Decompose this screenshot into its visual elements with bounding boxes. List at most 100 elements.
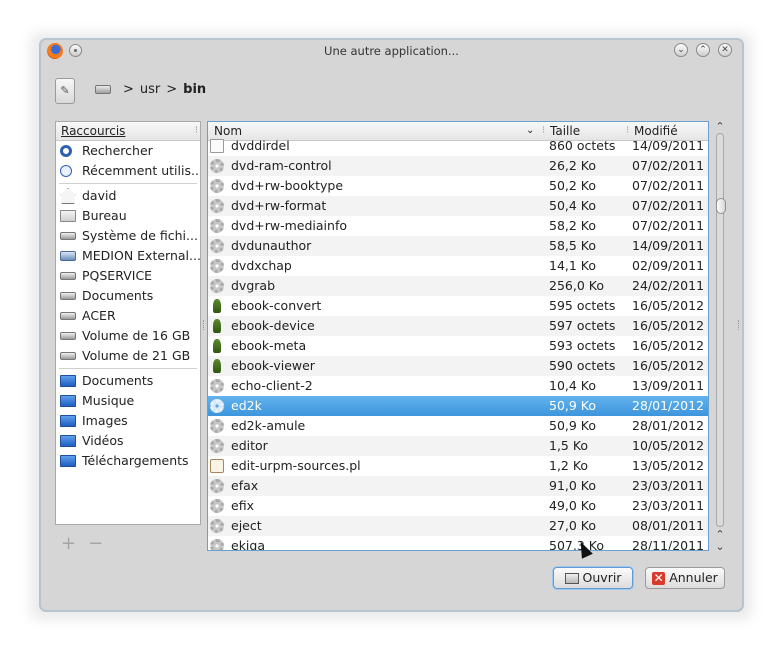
- file-rows: dvddirdel 860 octets 14/09/2011 dvd-ram-con…: [208, 136, 708, 551]
- places-item[interactable]: Bureau: [56, 206, 200, 226]
- file-size: 595 octets: [549, 298, 616, 313]
- file-row[interactable]: dvd+rw-format 50,4 Ko 07/02/2011: [208, 196, 708, 216]
- file-row[interactable]: efax 91,0 Ko 23/03/2011: [208, 476, 708, 496]
- minimize-button[interactable]: ⌄: [674, 43, 688, 57]
- places-item[interactable]: MEDION External...: [56, 246, 200, 266]
- file-row[interactable]: dvgrab 256,0 Ko 24/02/2011: [208, 276, 708, 296]
- file-name-cell: ebook-convert: [210, 296, 321, 316]
- places-item[interactable]: Récemment utilis...: [56, 161, 200, 181]
- places-separator: [59, 183, 197, 184]
- folder-icon: [60, 455, 76, 467]
- close-button[interactable]: ✕: [718, 43, 732, 57]
- window-title: Une autre application...: [324, 44, 459, 58]
- file-name: ebook-viewer: [231, 358, 315, 373]
- file-row[interactable]: efix 49,0 Ko 23/03/2011: [208, 496, 708, 516]
- places-item[interactable]: Téléchargements: [56, 451, 200, 471]
- drive-icon: [60, 272, 76, 280]
- places-item[interactable]: Rechercher: [56, 141, 200, 161]
- places-item-label: PQSERVICE: [82, 268, 153, 283]
- file-name-cell: ekiga: [210, 536, 265, 550]
- open-button[interactable]: Ouvrir: [553, 567, 633, 589]
- drive-icon: [60, 232, 76, 240]
- file-row[interactable]: dvd+rw-booktype 50,2 Ko 07/02/2011: [208, 176, 708, 196]
- folder-icon: [60, 435, 76, 447]
- file-row[interactable]: dvd-ram-control 26,2 Ko 07/02/2011: [208, 156, 708, 176]
- places-item[interactable]: Images: [56, 411, 200, 431]
- file-name: dvd+rw-mediainfo: [231, 218, 347, 233]
- add-place-button[interactable]: +: [61, 533, 76, 554]
- file-modified: 16/05/2012: [632, 318, 705, 333]
- title-bar[interactable]: Une autre application... ⌄ ⌃ ✕: [41, 40, 742, 62]
- file-row[interactable]: ebook-meta 593 octets 16/05/2012: [208, 336, 708, 356]
- splitter-handle[interactable]: [203, 320, 207, 330]
- places-item[interactable]: Vidéos: [56, 431, 200, 451]
- places-item[interactable]: Documents: [56, 286, 200, 306]
- file-size: 27,0 Ko: [549, 518, 597, 533]
- gear-icon: [210, 279, 224, 293]
- gear-icon: [210, 179, 224, 193]
- file-name: efax: [231, 478, 259, 493]
- places-item[interactable]: david: [56, 186, 200, 206]
- places-item-label: Téléchargements: [82, 453, 189, 468]
- breadcrumb-separator: >: [166, 82, 178, 97]
- places-item[interactable]: PQSERVICE: [56, 266, 200, 286]
- file-name: edit-urpm-sources.pl: [231, 458, 361, 473]
- folder-icon: [60, 375, 76, 387]
- remove-place-button[interactable]: −: [88, 533, 103, 554]
- places-item[interactable]: Volume de 21 GB: [56, 346, 200, 366]
- file-row[interactable]: ekiga 507,3 Ko 28/11/2011: [208, 536, 708, 551]
- places-item[interactable]: Musique: [56, 391, 200, 411]
- file-row[interactable]: dvd+rw-mediainfo 58,2 Ko 07/02/2011: [208, 216, 708, 236]
- scroll-up-icon[interactable]: ⌃: [713, 121, 727, 133]
- file-name-cell: efax: [210, 476, 258, 496]
- drive-icon: [60, 352, 76, 360]
- file-modified: 07/02/2011: [632, 178, 705, 193]
- file-size: 50,9 Ko: [549, 418, 597, 433]
- breadcrumb: > usr > bin: [95, 82, 206, 100]
- file-modified: 28/01/2012: [632, 418, 705, 433]
- scroll-thumb[interactable]: [716, 198, 726, 214]
- gear-icon: [210, 439, 224, 453]
- file-modified: 28/11/2011: [632, 538, 705, 551]
- places-item[interactable]: ACER: [56, 306, 200, 326]
- file-row[interactable]: dvdxchap 14,1 Ko 02/09/2011: [208, 256, 708, 276]
- places-header[interactable]: Raccourcis ⁝: [56, 122, 200, 141]
- breadcrumb-bin[interactable]: bin: [183, 82, 206, 97]
- breadcrumb-usr[interactable]: usr: [140, 82, 160, 97]
- root-drive-icon[interactable]: [95, 85, 111, 94]
- file-row[interactable]: ebook-convert 595 octets 16/05/2012: [208, 296, 708, 316]
- scroll-track[interactable]: [716, 133, 726, 527]
- maximize-button[interactable]: ⌃: [696, 43, 710, 57]
- file-name-cell: dvd+rw-booktype: [210, 176, 343, 196]
- python-icon: [213, 339, 221, 353]
- places-item[interactable]: Documents: [56, 371, 200, 391]
- file-row[interactable]: dvdunauthor 58,5 Ko 14/09/2011: [208, 236, 708, 256]
- file-row[interactable]: ebook-viewer 590 octets 16/05/2012: [208, 356, 708, 376]
- file-row[interactable]: ed2k 50,9 Ko 28/01/2012: [208, 396, 708, 416]
- file-row[interactable]: ebook-device 597 octets 16/05/2012: [208, 316, 708, 336]
- file-name: ebook-device: [231, 318, 315, 333]
- file-size: 58,5 Ko: [549, 238, 597, 253]
- file-row[interactable]: ed2k-amule 50,9 Ko 28/01/2012: [208, 416, 708, 436]
- places-item[interactable]: Volume de 16 GB: [56, 326, 200, 346]
- file-row[interactable]: editor 1,5 Ko 10/05/2012: [208, 436, 708, 456]
- file-name: ed2k: [231, 398, 262, 413]
- places-item[interactable]: Système de fichi...: [56, 226, 200, 246]
- file-row[interactable]: edit-urpm-sources.pl 1,2 Ko 13/05/2012: [208, 456, 708, 476]
- places-item-label: Documents: [82, 288, 154, 303]
- file-size: 590 octets: [549, 358, 616, 373]
- file-name-cell: dvgrab: [210, 276, 275, 296]
- vertical-scrollbar[interactable]: ⌃ ⌃ ⌄: [713, 121, 727, 553]
- resize-handle[interactable]: [738, 320, 742, 330]
- file-modified: 02/09/2011: [632, 258, 705, 273]
- cancel-button[interactable]: ✕ Annuler: [645, 567, 725, 589]
- scroll-down-icon[interactable]: ⌄: [713, 541, 727, 553]
- folder-icon: [60, 210, 76, 222]
- file-row[interactable]: eject 27,0 Ko 08/01/2011: [208, 516, 708, 536]
- location-edit-toggle-button[interactable]: ✎: [55, 78, 75, 104]
- file-modified: 24/02/2011: [632, 278, 705, 293]
- file-modified: 23/03/2011: [632, 478, 705, 493]
- home-icon: [60, 188, 76, 204]
- file-row[interactable]: echo-client-2 10,4 Ko 13/09/2011: [208, 376, 708, 396]
- file-row[interactable]: dvddirdel 860 octets 14/09/2011: [208, 136, 708, 156]
